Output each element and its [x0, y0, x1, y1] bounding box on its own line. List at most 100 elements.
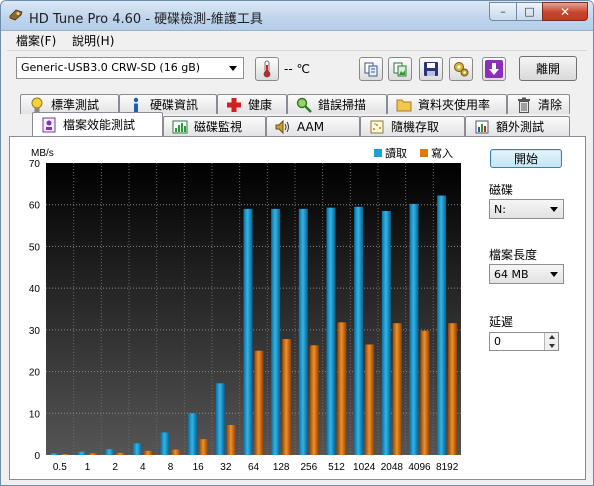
tab-erase[interactable]: 清除	[507, 94, 570, 114]
bar-write	[365, 344, 375, 455]
tab-random-access-label: 隨機存取	[391, 120, 440, 134]
bar-read	[271, 208, 281, 455]
tab-error-scan[interactable]: 錯誤掃描	[287, 94, 387, 114]
title-bar[interactable]: HD Tune Pro 4.60 - 硬碟檢測-維護工具 – □ ✕	[1, 1, 593, 31]
thermometer-icon	[263, 60, 271, 78]
file-length-select[interactable]: 64 MB	[489, 264, 564, 284]
bar-write	[392, 323, 402, 455]
bar-read	[354, 206, 364, 455]
copy-image-icon	[393, 62, 407, 77]
drive-select-value: Generic-USB3.0 CRW-SD (16 gB)	[21, 61, 201, 74]
bar-write	[171, 449, 181, 455]
legend-write-label: 寫入	[431, 146, 453, 160]
file-length-select-value: 64 MB	[494, 268, 529, 281]
maximize-button[interactable]: □	[516, 2, 542, 21]
tab-disk-monitor[interactable]: 磁碟監視	[163, 116, 266, 136]
bar-read	[326, 207, 336, 455]
window-title: HD Tune Pro 4.60 - 硬碟檢測-維護工具	[29, 12, 263, 27]
tab-error-scan-label: 錯誤掃描	[318, 98, 367, 112]
x-tick-label: 8192	[436, 462, 459, 473]
tab-health[interactable]: 健康	[217, 94, 287, 114]
save-button[interactable]	[419, 57, 443, 81]
tab-file-benchmark[interactable]: 檔案效能測試	[32, 112, 163, 136]
x-tick-label: 256	[300, 462, 317, 473]
arrow-up-icon	[548, 335, 555, 339]
copy-info-button[interactable]	[359, 57, 383, 81]
trash-icon	[518, 97, 530, 113]
tab-benchmark-label: 標準測試	[51, 98, 100, 112]
bar-read	[105, 449, 115, 455]
y-axis-label: MB/s	[31, 148, 54, 159]
y-tick-label: 50	[29, 242, 41, 253]
download-button[interactable]	[482, 57, 506, 81]
delay-label: 延遲	[489, 315, 514, 329]
bar-write	[254, 350, 264, 455]
temperature-button[interactable]	[255, 57, 279, 81]
options-button[interactable]	[449, 57, 473, 81]
y-tick-label: 30	[29, 326, 41, 337]
x-tick-label: 4	[140, 462, 146, 473]
app-icon	[9, 9, 23, 21]
tab-erase-label: 清除	[538, 98, 563, 112]
tab-benchmark[interactable]: 標準測試	[20, 94, 119, 114]
legend-write-swatch	[420, 149, 428, 157]
y-tick-label: 20	[29, 368, 41, 379]
tab-health-label: 健康	[248, 98, 273, 112]
benchmark-chart: 0 10 20 30 40 50 60 70 0.5 1 2 4 8 16 32 64 128 256 512 10…	[29, 146, 461, 473]
tab-folder-usage[interactable]: 資料夾使用率	[387, 94, 507, 114]
bar-read	[243, 208, 253, 455]
y-tick-label: 0	[34, 451, 40, 462]
menu-file[interactable]: 檔案(F)	[16, 32, 56, 49]
disk-select[interactable]: N:	[489, 199, 564, 219]
bar-read	[49, 453, 59, 455]
copy-screenshot-button[interactable]	[388, 57, 412, 81]
x-tick-label: 128	[273, 462, 290, 473]
menu-help[interactable]: 說明(H)	[72, 32, 114, 49]
bar-write	[226, 424, 236, 455]
x-tick-label: 2	[112, 462, 118, 473]
tab-extra-tests[interactable]: 額外測試	[465, 116, 570, 136]
bar-write	[88, 453, 98, 455]
bar-read	[381, 210, 391, 455]
bar-write	[448, 323, 458, 455]
bar-write	[143, 450, 153, 455]
bar-write	[282, 339, 292, 455]
bar-read	[298, 208, 308, 455]
spin-down-button[interactable]	[544, 341, 558, 350]
tab-folder-usage-label: 資料夾使用率	[418, 98, 491, 112]
tab-extra-tests-label: 額外測試	[496, 120, 545, 134]
extra-tests-icon	[475, 120, 489, 133]
tab-info[interactable]: 硬碟資訊	[119, 94, 217, 114]
y-tick-label: 70	[29, 159, 41, 170]
x-tick-label: 0.5	[53, 462, 67, 473]
folder-icon	[396, 99, 412, 111]
delay-spinner[interactable]: 0	[489, 332, 559, 351]
random-access-icon	[370, 120, 384, 133]
bar-read	[132, 443, 142, 455]
file-benchmark-icon	[42, 117, 56, 132]
tab-file-benchmark-label: 檔案效能測試	[63, 118, 136, 132]
bar-read	[215, 383, 225, 455]
tab-random-access[interactable]: 隨機存取	[360, 116, 465, 136]
speaker-icon	[275, 119, 289, 134]
x-tick-label: 1	[85, 462, 91, 473]
exit-button[interactable]: 離開	[519, 56, 577, 81]
x-tick-label: 4096	[408, 462, 431, 473]
copy-icon	[364, 62, 378, 77]
bar-write	[199, 439, 209, 455]
tab-info-label: 硬碟資訊	[150, 98, 199, 112]
floppy-disk-icon	[424, 62, 438, 76]
start-button[interactable]: 開始	[490, 149, 562, 168]
drive-select[interactable]: Generic-USB3.0 CRW-SD (16 gB)	[16, 57, 244, 79]
tab-aam[interactable]: AAM	[266, 116, 360, 136]
x-tick-label: 8	[168, 462, 174, 473]
chevron-down-icon	[229, 66, 237, 71]
minimize-button[interactable]: –	[489, 2, 516, 21]
disk-label: 磁碟	[489, 183, 514, 197]
x-tick-label: 32	[220, 462, 232, 473]
close-button[interactable]: ✕	[542, 2, 588, 21]
health-cross-icon	[227, 97, 241, 112]
x-tick-label: 64	[248, 462, 260, 473]
bar-read	[437, 195, 447, 455]
x-tick-label: 1024	[353, 462, 376, 473]
